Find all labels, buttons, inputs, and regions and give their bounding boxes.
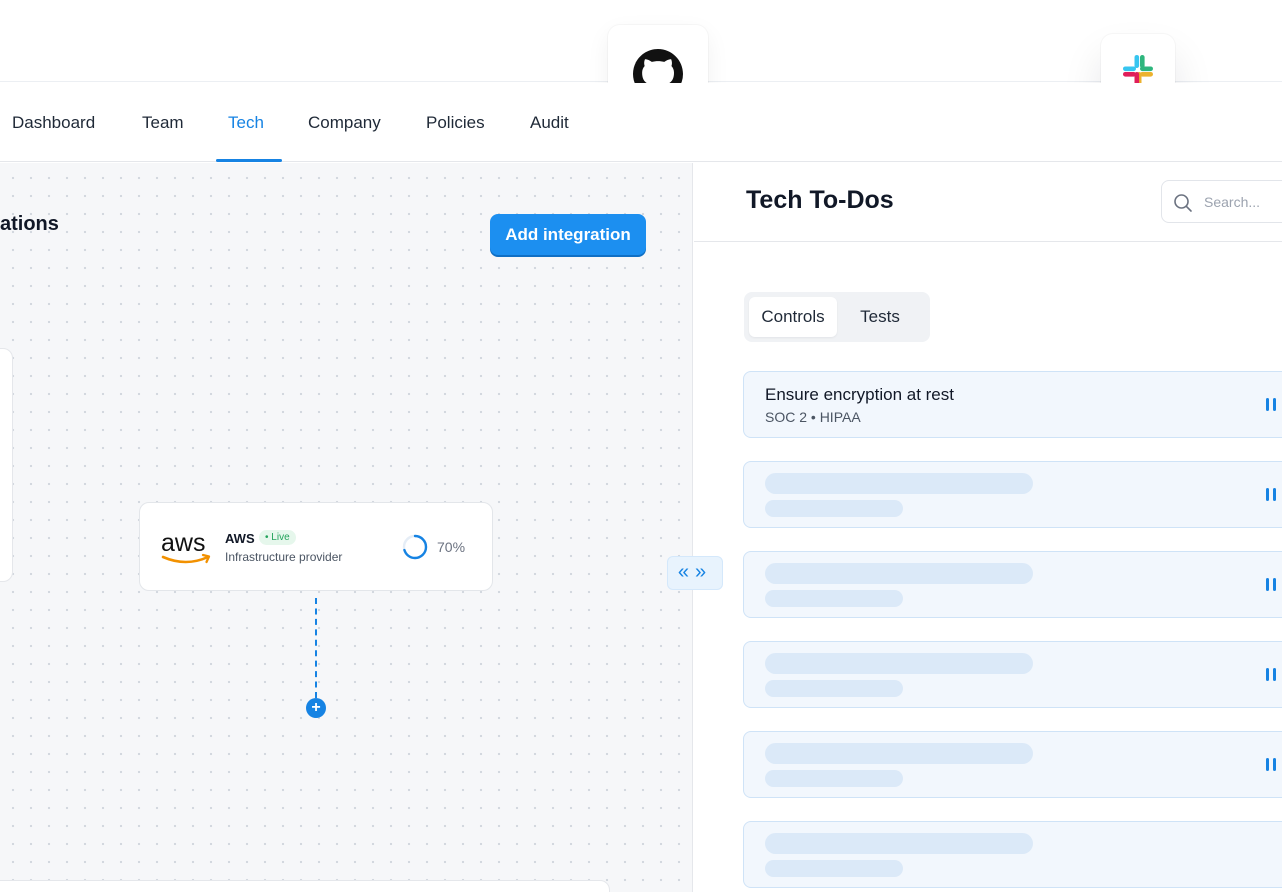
- skeleton-line: [765, 473, 1033, 494]
- todo-item-placeholder[interactable]: [743, 551, 1282, 618]
- nav-item-audit[interactable]: Audit: [530, 83, 569, 162]
- aws-logo-text: aws: [161, 529, 205, 557]
- slack-icon: [1123, 55, 1153, 85]
- search-icon: [1174, 194, 1192, 212]
- main-nav: Dashboard Team Tech Company Policies Aud…: [0, 83, 1282, 162]
- integration-description: Infrastructure provider: [225, 550, 343, 564]
- todo-item-placeholder[interactable]: [743, 641, 1282, 708]
- skeleton-line: [765, 743, 1033, 764]
- pause-icon[interactable]: [1265, 488, 1279, 503]
- nav-item-policies[interactable]: Policies: [426, 83, 485, 162]
- tab-controls[interactable]: Controls: [749, 297, 837, 337]
- pause-icon[interactable]: [1265, 668, 1279, 683]
- dashed-connector: [315, 598, 317, 698]
- panel-collapse-toggle[interactable]: «»: [667, 556, 723, 590]
- todo-item[interactable]: Ensure encryption at rest SOC 2 • HIPAA: [743, 371, 1282, 438]
- active-tab-indicator: [216, 159, 282, 162]
- skeleton-line: [765, 653, 1033, 674]
- pause-icon[interactable]: [1265, 398, 1279, 413]
- integration-name: AWS: [225, 531, 255, 546]
- skeleton-line: [765, 770, 903, 787]
- nav-item-team[interactable]: Team: [142, 83, 184, 162]
- status-badge: • Live: [259, 530, 296, 545]
- skeleton-line: [765, 860, 903, 877]
- search-box[interactable]: [1161, 180, 1282, 223]
- nav-item-company[interactable]: Company: [308, 83, 381, 162]
- search-input[interactable]: [1204, 192, 1282, 212]
- add-node-button[interactable]: +: [306, 698, 326, 718]
- todo-frameworks: SOC 2 • HIPAA: [765, 409, 861, 425]
- skeleton-line: [765, 833, 1033, 854]
- aws-logo-icon: aws: [161, 529, 211, 564]
- canvas-title: ations: [0, 213, 59, 235]
- tab-tests[interactable]: Tests: [842, 297, 918, 337]
- todo-item-placeholder[interactable]: [743, 731, 1282, 798]
- pause-icon[interactable]: [1265, 758, 1279, 773]
- nav-item-dashboard[interactable]: Dashboard: [12, 83, 95, 162]
- skeleton-line: [765, 563, 1033, 584]
- todo-item-placeholder[interactable]: [743, 461, 1282, 528]
- skeleton-line: [765, 500, 903, 517]
- integration-card-partial-bottom[interactable]: [0, 880, 610, 892]
- pause-icon[interactable]: [1265, 578, 1279, 593]
- tab-switcher: Controls Tests: [744, 292, 930, 342]
- progress-ring-icon: [402, 534, 428, 560]
- panel-title: Tech To-Dos: [746, 186, 894, 214]
- add-integration-button[interactable]: Add integration: [490, 214, 646, 255]
- integration-card-partial[interactable]: [0, 348, 13, 582]
- skeleton-line: [765, 590, 903, 607]
- nav-item-tech[interactable]: Tech: [228, 83, 264, 162]
- skeleton-line: [765, 680, 903, 697]
- todo-item-placeholder[interactable]: [743, 821, 1282, 888]
- todo-title: Ensure encryption at rest: [765, 385, 954, 404]
- progress-value: 70%: [437, 539, 466, 555]
- aws-integration-card[interactable]: aws AWS • Live Infrastructure provider 7…: [139, 502, 493, 591]
